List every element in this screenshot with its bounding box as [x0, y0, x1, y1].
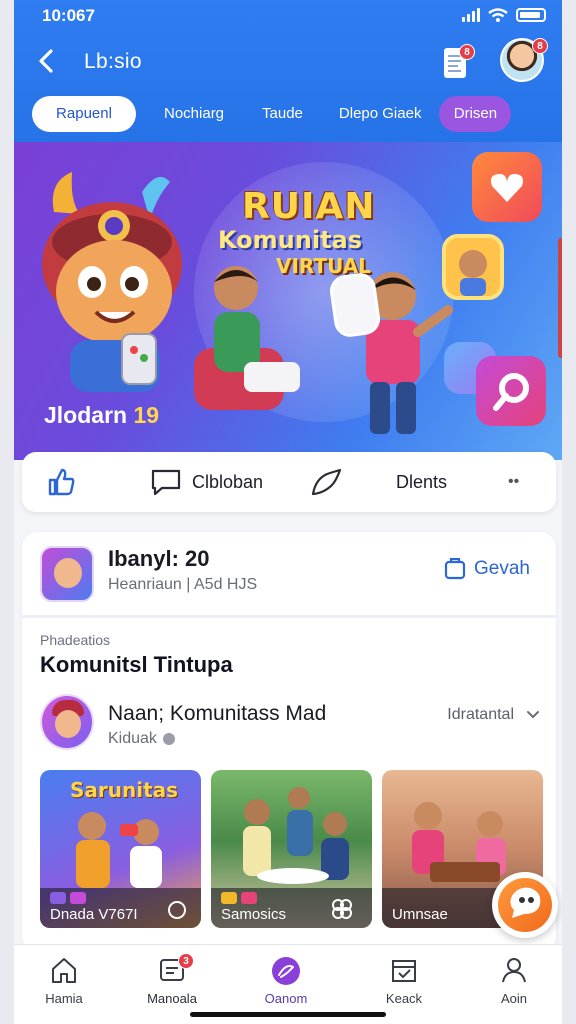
item-dropdown-label: Idratantal [447, 706, 514, 723]
nav-home-label: Hamia [45, 991, 83, 1006]
community-card: Ibanyl: 20 Heanriaun | A5d HJS Gevah Pha… [22, 532, 556, 952]
photo-card-icon [327, 271, 383, 339]
nav-profile-label: Aoin [500, 991, 528, 1006]
tab-taude[interactable]: Taude [248, 96, 317, 132]
tab-nochiarg[interactable]: Nochiarg [150, 96, 238, 132]
gevah-label: Gevah [474, 558, 530, 579]
post-action-bar: Clbloban Dlents •• [22, 452, 556, 512]
item-dropdown[interactable]: Idratantal [447, 706, 540, 724]
thumbnail-illustration [243, 787, 349, 884]
nav-home[interactable]: Hamia [24, 955, 104, 1006]
thumbnail-caption: Umnsae [392, 906, 448, 923]
status-icons [462, 8, 546, 22]
hero-banner[interactable]: RUIAN Komunitas VIRTUAL Jlodarn 19 [14, 142, 562, 460]
save-icon [444, 558, 466, 580]
thumbnail-title: Sarunitas [70, 778, 179, 802]
thumbs-up-icon [48, 468, 75, 496]
nav-profile[interactable]: Aoin [474, 955, 554, 1006]
profile-avatar[interactable]: 8 [500, 38, 548, 82]
thumbnail-caption-bar: Samosics [211, 888, 372, 928]
status-bar: 10:067 [14, 4, 562, 26]
banner-title: RUIAN [242, 186, 376, 227]
comment-button[interactable]: Clbloban [150, 468, 263, 496]
more-icon: •• [508, 473, 520, 490]
banner-caption-text: Jlodarn [44, 402, 128, 428]
thumbnail-caption: Dnada V767I [50, 906, 138, 923]
nav-notifications[interactable]: 3 Manoala [132, 953, 212, 1006]
back-arrow-icon[interactable] [34, 46, 60, 76]
banner-caption: Jlodarn 19 [44, 402, 159, 429]
nav-discover[interactable]: Oanom [246, 955, 326, 1006]
nav-store-label: Keack [385, 991, 423, 1006]
tab-dlepo-giaek[interactable]: Dlepo Giaek [325, 96, 436, 132]
status-dot-icon [162, 733, 175, 745]
seated-person-illustration [194, 266, 300, 410]
item-title: Naan; Komunitass Mad [108, 702, 327, 725]
thumbnail-row: Sarunitas Dnada V767I Samosics Umnsae [40, 770, 543, 928]
more-options-button[interactable]: •• [508, 468, 519, 496]
comment-label: Clbloban [192, 471, 264, 492]
community-avatar[interactable] [40, 546, 94, 602]
chat-fab-button[interactable] [492, 872, 558, 938]
thumbnail-caption: Samosics [221, 906, 287, 923]
card-header: Ibanyl: 20 Heanriaun | A5d HJS Gevah [22, 532, 556, 618]
thumbnail-caption-bar: Dnada V767I [40, 888, 201, 928]
community-meta: Heanriaun | A5d HJS [108, 576, 258, 593]
tab-rapuenl[interactable]: Rapuenl [32, 96, 136, 132]
battery-icon [516, 8, 546, 22]
home-indicator [190, 1012, 386, 1017]
item-avatar [40, 694, 94, 750]
nav-discover-label: Oanom [264, 991, 308, 1006]
thumbnail-illustration [412, 802, 506, 882]
page-title: Lb:sio [84, 50, 142, 73]
mascot-illustration [42, 172, 182, 392]
tab-drisen[interactable]: Drisen [439, 96, 512, 132]
app-screen: 10:067 Lb:sio 8 8 Rapuenl Nochiarg Taude… [14, 0, 562, 1024]
notification-badge: 3 [178, 953, 194, 969]
like-button[interactable] [46, 468, 76, 496]
community-name: Ibanyl: 20 [108, 546, 210, 571]
nav-store[interactable]: Keack [364, 955, 444, 1006]
home-icon [52, 958, 76, 983]
gevah-button[interactable]: Gevah [444, 558, 530, 580]
chevron-down-icon [527, 711, 539, 719]
document-badge: 8 [459, 44, 475, 60]
thumbnail-peek [558, 238, 562, 358]
document-button[interactable]: 8 [442, 44, 475, 80]
thumbnail-card[interactable]: Sarunitas Dnada V767I [40, 770, 201, 928]
section-label: Phadeatios [40, 632, 111, 648]
share-button[interactable] [310, 468, 344, 496]
item-subtitle: Kiduak [108, 730, 175, 748]
wifi-icon [488, 8, 508, 22]
search-app-icon [476, 356, 546, 426]
circle-icon [168, 901, 186, 919]
heart-chat-icon [472, 152, 542, 222]
thumbnail-illustration [76, 812, 162, 888]
banner-caption-number: 19 [133, 402, 160, 428]
status-time: 10:067 [42, 6, 95, 25]
chat-bubble-icon [498, 878, 552, 932]
clover-icon [332, 899, 352, 919]
profile-icon [502, 958, 526, 983]
comment-icon [151, 469, 181, 496]
nav-notifications-label: Manoala [147, 991, 197, 1006]
avatar-card-icon [442, 234, 504, 300]
store-icon [392, 960, 416, 982]
community-item[interactable]: Naan; Komunitass Mad Kiduak Idratantal [40, 692, 540, 756]
discover-icon [272, 957, 300, 985]
item-subtitle-text: Kiduak [108, 730, 157, 747]
dlents-label: Dlents [396, 471, 448, 492]
avatar-badge: 8 [532, 38, 548, 54]
section-title: Komunitsl Tintupa [40, 652, 233, 677]
category-tabs: Rapuenl Nochiarg Taude Dlepo Giaek Drise… [32, 96, 548, 132]
signal-icon [462, 8, 480, 22]
thumbnail-card[interactable]: Samosics [211, 770, 372, 928]
dlents-button[interactable]: Dlents [396, 468, 447, 496]
header-nav-row: Lb:sio 8 8 [14, 38, 562, 84]
share-icon [311, 468, 342, 496]
app-header: 10:067 Lb:sio 8 8 Rapuenl Nochiarg Taude… [14, 0, 562, 142]
banner-subtitle: Komunitas [218, 226, 363, 254]
